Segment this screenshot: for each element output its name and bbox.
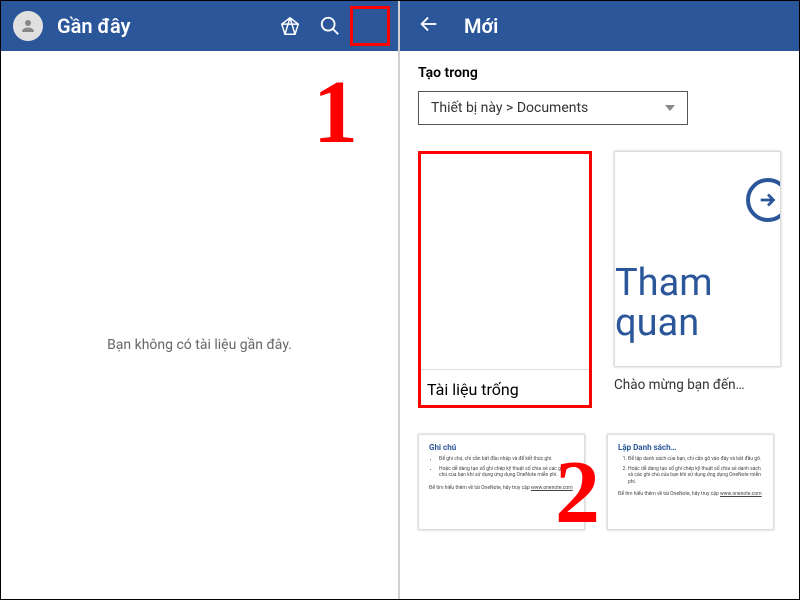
search-icon[interactable] bbox=[310, 6, 350, 46]
header: Mới bbox=[400, 1, 799, 51]
template-welcome[interactable]: Tham quan Chào mừng bạn đến… bbox=[614, 151, 781, 408]
create-in-label: Tạo trong bbox=[418, 65, 781, 81]
template-list[interactable]: Lập Danh sách… Để lập danh sách của bạn,… bbox=[607, 434, 774, 530]
annotation-2: 2 bbox=[555, 441, 600, 544]
recent-screen: Gần đây Bạn không có tài liệu gần đây. 1 bbox=[1, 1, 400, 599]
templates-row: Tài liệu trống Tham quan Chào mừng bạn đ… bbox=[418, 151, 781, 408]
template-welcome-preview: Tham quan bbox=[614, 151, 781, 367]
location-value: Thiết bị này > Documents bbox=[431, 100, 588, 116]
arrow-right-icon bbox=[746, 178, 781, 222]
template-welcome-caption: Chào mừng bạn đến… bbox=[614, 377, 781, 393]
page-title: Mới bbox=[464, 14, 791, 38]
new-document-screen: Mới Tạo trong Thiết bị này > Documents T… bbox=[400, 1, 799, 599]
template-blank-preview bbox=[421, 154, 589, 370]
plus-icon bbox=[359, 15, 381, 37]
annotation-1: 1 bbox=[313, 61, 358, 164]
page-title: Gần đây bbox=[57, 14, 270, 38]
back-button[interactable] bbox=[418, 13, 440, 39]
chevron-down-icon bbox=[665, 105, 675, 111]
person-icon bbox=[19, 17, 37, 35]
location-select[interactable]: Thiết bị này > Documents bbox=[418, 91, 688, 125]
premium-icon[interactable] bbox=[270, 6, 310, 46]
template-blank-caption: Tài liệu trống bbox=[421, 374, 589, 399]
template-blank[interactable]: Tài liệu trống bbox=[418, 151, 592, 408]
arrow-left-icon bbox=[418, 13, 440, 35]
empty-message: Bạn không có tài liệu gần đây. bbox=[107, 337, 292, 353]
profile-avatar[interactable] bbox=[13, 11, 43, 41]
header: Gần đây bbox=[1, 1, 398, 51]
add-button[interactable] bbox=[350, 6, 390, 46]
